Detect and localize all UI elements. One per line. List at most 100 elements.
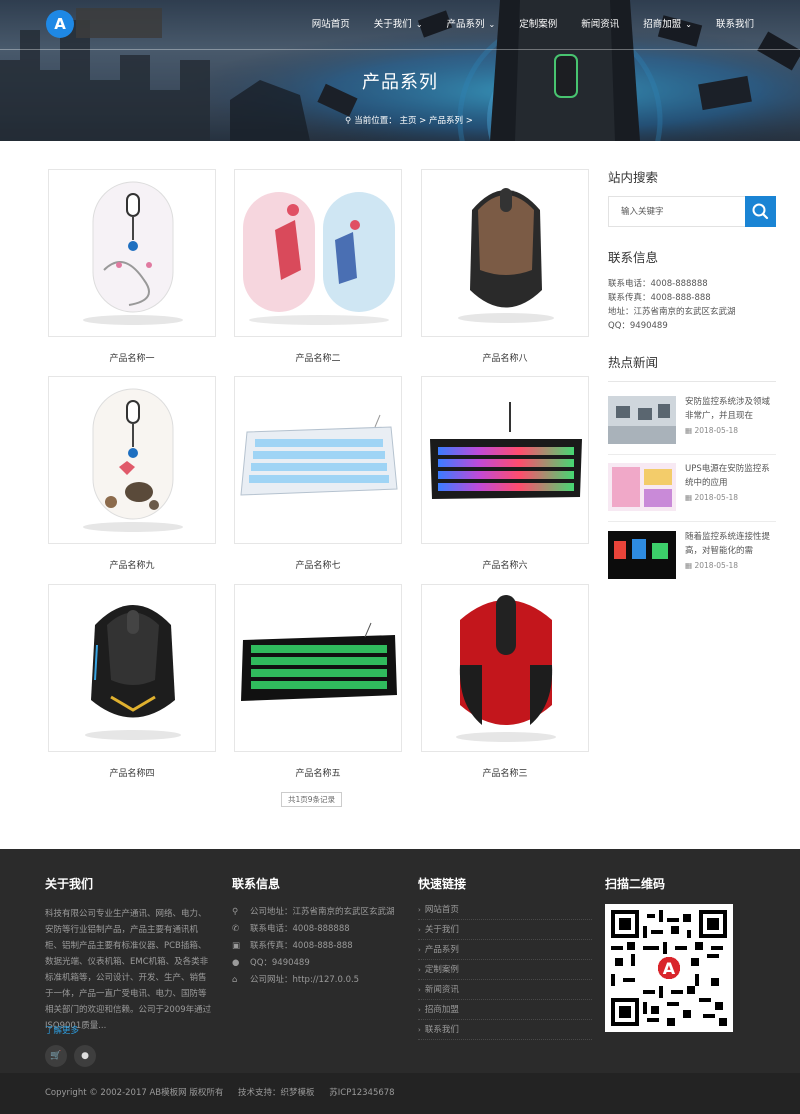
divider xyxy=(608,381,776,382)
product-card[interactable]: 产品名称四 xyxy=(48,584,216,779)
chevron-right-icon: › xyxy=(418,1006,421,1014)
chevron-down-icon: ⌄ xyxy=(415,20,423,29)
product-image[interactable] xyxy=(234,376,402,544)
product-name[interactable]: 产品名称三 xyxy=(421,766,589,779)
rgb-keyboard-image xyxy=(430,402,582,499)
footer-links-title: 快速链接 xyxy=(418,877,467,891)
ups-ad-photo xyxy=(608,463,676,511)
product-card[interactable]: 产品名称五 xyxy=(234,584,402,779)
red-mouse-image xyxy=(456,595,556,742)
hot-news-title: 热点新闻 xyxy=(608,355,659,370)
product-card[interactable]: 产品名称六 xyxy=(421,376,589,571)
product-image[interactable] xyxy=(48,584,216,752)
footer-link-products[interactable]: › 产品系列 xyxy=(418,940,592,960)
product-image[interactable] xyxy=(421,376,589,544)
product-card[interactable]: 产品名称七 xyxy=(234,376,402,571)
footer-link-franchise[interactable]: › 招商加盟 xyxy=(418,1000,592,1020)
news-item[interactable]: UPS电源在安防监控系统中的应用 ▦ 2018-05-18 xyxy=(608,463,776,523)
product-image[interactable] xyxy=(234,169,402,337)
news-title[interactable]: 安防监控系统涉及领域非常广，并且现在 xyxy=(685,396,777,423)
white-mouse-bird-image xyxy=(83,388,183,532)
product-name[interactable]: 产品名称六 xyxy=(421,558,589,571)
nav-item-contact[interactable]: 联系我们 xyxy=(704,0,766,50)
news-thumbnail[interactable] xyxy=(608,396,676,444)
news-date: ▦ 2018-05-18 xyxy=(685,426,739,435)
product-image[interactable] xyxy=(48,169,216,337)
main-nav: 网站首页 关于我们 ⌄ 产品系列 ⌄ 定制案例 新闻资讯 招商加盟 ⌄ 联系我们 xyxy=(300,0,766,50)
nav-item-about[interactable]: 关于我们 ⌄ xyxy=(362,0,435,50)
black-gaming-mouse-image xyxy=(85,605,181,740)
product-image[interactable] xyxy=(421,169,589,337)
chevron-right-icon: › xyxy=(418,946,421,954)
office-photo xyxy=(608,396,676,444)
site-logo-icon[interactable]: A xyxy=(46,10,74,38)
nav-item-cases[interactable]: 定制案例 xyxy=(507,0,569,50)
nav-item-home[interactable]: 网站首页 xyxy=(300,0,362,50)
nav-item-products[interactable]: 产品系列 ⌄ xyxy=(435,0,508,50)
tech-support-link[interactable]: 技术支持：织梦模板 xyxy=(238,1088,315,1098)
product-name[interactable]: 产品名称一 xyxy=(48,351,216,364)
product-name[interactable]: 产品名称四 xyxy=(48,766,216,779)
contact-address: 地址：江苏省南京的玄武区玄武湖 xyxy=(608,307,736,317)
learn-more-link[interactable]: 了解更多 xyxy=(45,1024,79,1036)
breadcrumb-home-link[interactable]: 主页 xyxy=(399,116,416,126)
news-thumbnail[interactable] xyxy=(608,463,676,511)
nav-item-franchise[interactable]: 招商加盟 ⌄ xyxy=(631,0,704,50)
product-card[interactable]: 产品名称一 xyxy=(48,169,216,364)
news-thumbnail[interactable] xyxy=(608,531,676,579)
qq-penguin-icon[interactable]: ● xyxy=(74,1045,96,1067)
chevron-right-icon: › xyxy=(418,906,421,914)
product-card[interactable]: 产品名称二 xyxy=(234,169,402,364)
qr-code-image: A xyxy=(611,910,727,1026)
home-icon: ⌂ xyxy=(232,975,238,985)
footer-link-home[interactable]: › 网站首页 xyxy=(418,900,592,920)
news-title[interactable]: 随着监控系统连接性提高，对智能化的需 xyxy=(685,531,777,558)
contact-qq: QQ：9490489 xyxy=(608,321,668,331)
footer-contact-line: ⌂ 公司网址：http://127.0.0.5 xyxy=(232,972,395,989)
location-pin-icon: ⚲ xyxy=(345,116,352,126)
breadcrumb: ⚲ 当前位置： 主页 > 产品系列 > xyxy=(345,116,473,126)
product-image[interactable] xyxy=(48,376,216,544)
product-image[interactable] xyxy=(234,584,402,752)
news-item[interactable]: 安防监控系统涉及领域非常广，并且现在 ▦ 2018-05-18 xyxy=(608,396,776,456)
white-keyboard-image xyxy=(240,414,398,496)
chevron-right-icon: › xyxy=(418,986,421,994)
site-logo-wordmark[interactable] xyxy=(76,8,162,38)
breadcrumb-current-link[interactable]: 产品系列 xyxy=(429,116,463,126)
product-name[interactable]: 产品名称五 xyxy=(234,766,402,779)
news-title[interactable]: UPS电源在安防监控系统中的应用 xyxy=(685,463,777,490)
footer-link-contact[interactable]: › 联系我们 xyxy=(418,1020,592,1040)
news-item[interactable]: 随着监控系统连接性提高，对智能化的需 ▦ 2018-05-18 xyxy=(608,531,776,591)
product-card[interactable]: 产品名称九 xyxy=(48,376,216,571)
product-name[interactable]: 产品名称二 xyxy=(234,351,402,364)
nav-item-news[interactable]: 新闻资讯 xyxy=(569,0,631,50)
top-navigation-bar: A 网站首页 关于我们 ⌄ 产品系列 ⌄ 定制案例 新闻资讯 招商加盟 ⌄ 联系我们 xyxy=(0,0,800,50)
white-mouse-image xyxy=(83,181,183,325)
news-date: ▦ 2018-05-18 xyxy=(685,493,739,502)
footer-quick-links: › 网站首页 › 关于我们 › 产品系列 › 定制案例 › 新闻资讯 › 招商加盟 › 联系我… xyxy=(418,900,592,1040)
mouse-pair-image xyxy=(243,192,395,325)
contact-phone: 联系电话：4008-888888 xyxy=(608,279,708,289)
footer-contact-line: ⚲ 公司地址：江苏省南京的玄武区玄武湖 xyxy=(232,904,395,921)
search-button[interactable] xyxy=(745,196,776,227)
product-name[interactable]: 产品名称八 xyxy=(421,351,589,364)
product-name[interactable]: 产品名称七 xyxy=(234,558,402,571)
search-input[interactable] xyxy=(609,197,745,226)
green-keyboard-image xyxy=(241,622,397,701)
divider xyxy=(608,521,776,522)
divider xyxy=(608,454,776,455)
footer-link-news[interactable]: › 新闻资讯 xyxy=(418,980,592,1000)
footer-contact-line: ▣ 联系传真：4008-888-888 xyxy=(232,938,395,955)
product-card[interactable]: 产品名称三 xyxy=(421,584,589,779)
footer-link-about[interactable]: › 关于我们 xyxy=(418,920,592,940)
contact-section-title: 联系信息 xyxy=(608,250,659,265)
product-name[interactable]: 产品名称九 xyxy=(48,558,216,571)
copyright-text: Copyright © 2002-2017 AB模板网 版权所有 xyxy=(45,1088,224,1098)
news-date: ▦ 2018-05-18 xyxy=(685,561,739,570)
product-card[interactable]: 产品名称八 xyxy=(421,169,589,364)
pagination-info: 共1页9条记录 xyxy=(281,792,343,807)
product-image[interactable] xyxy=(421,584,589,752)
cart-icon[interactable]: 🛒 xyxy=(45,1045,67,1067)
footer-link-cases[interactable]: › 定制案例 xyxy=(418,960,592,980)
icp-license: 苏ICP12345678 xyxy=(329,1088,395,1098)
